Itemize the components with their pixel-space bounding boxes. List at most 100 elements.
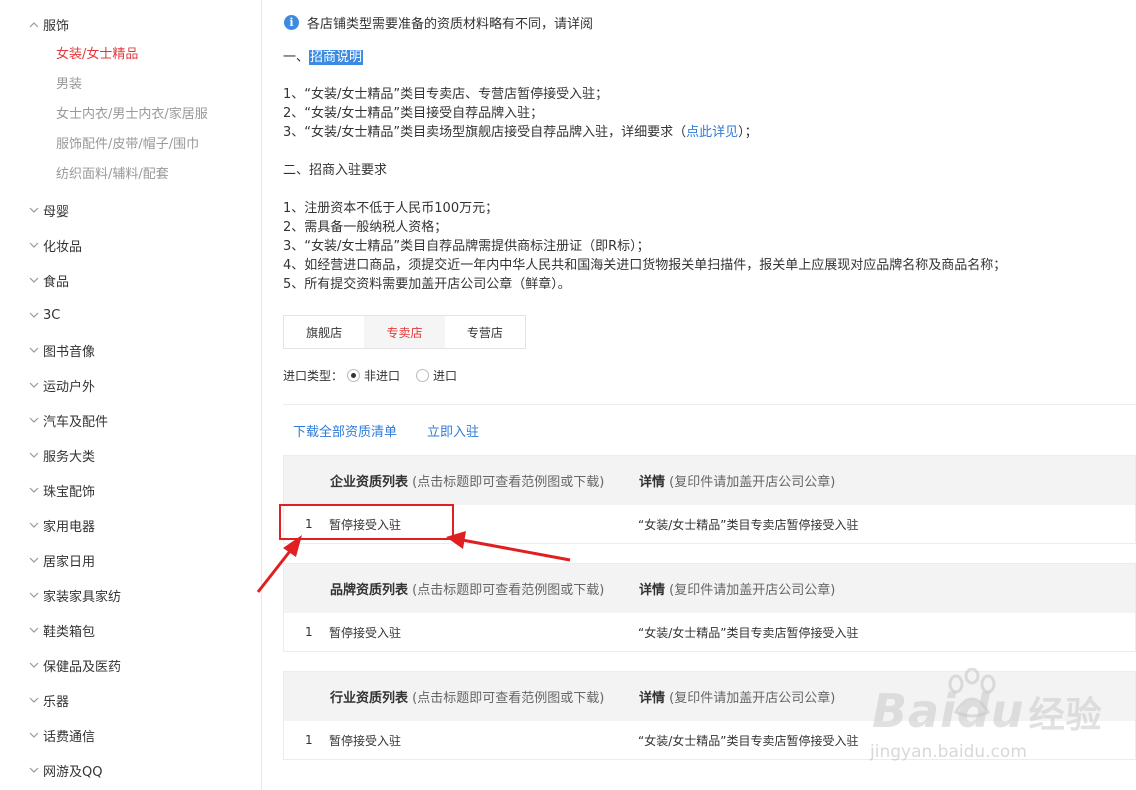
sidebar-item-label: 食品 [43,274,70,290]
sidebar-item-appliances[interactable]: 家用电器 [26,515,95,535]
sidebar-item-label: 化妆品 [43,239,83,255]
sidebar-item-label: 运动户外 [43,379,96,395]
sidebar-item-muying[interactable]: 母婴 [26,200,69,220]
table-header: 品牌资质列表 (点击标题即可查看范例图或下载) 详情 (复印件请加盖开店公司公章… [284,564,1135,613]
section2-item-2: 2、需具备一般纳税人资格； [283,220,448,235]
apply-now-link[interactable]: 立即入驻 [427,421,479,440]
chevron-down-icon [26,480,42,500]
sidebar-item-auto[interactable]: 汽车及配件 [26,410,108,430]
chevron-down-icon [26,340,42,360]
radio-import[interactable] [416,369,430,382]
section2-heading: 二、招商入驻要求 [283,163,388,178]
sidebar-item-label: 3C [43,307,61,323]
section2-item-3: 3、“女装/女士精品”类目自荐品牌需提供商标注册证（即R标）； [283,239,650,254]
chevron-down-icon [26,515,42,535]
sidebar-item-furniture[interactable]: 家装家具家纺 [26,585,121,605]
info-icon: i [284,15,299,30]
notice-bar: i 各店铺类型需要准备的资质材料略有不同，请详阅 [284,13,593,32]
baidu-jingyan-watermark: Baidu 经验 jingyan.baidu.com [868,668,1136,790]
sidebar-item-label: 话费通信 [43,729,96,745]
table-title: 企业资质列表 [330,475,409,490]
chevron-down-icon [26,620,42,640]
sidebar-sub-men[interactable]: 男装 [56,75,82,95]
notice-text: 各店铺类型需要准备的资质材料略有不同，请详阅 [307,17,594,32]
chevron-down-icon [26,550,42,570]
download-all-link[interactable]: 下载全部资质清单 [293,421,397,440]
action-links: 下载全部资质清单 立即入驻 [293,421,509,440]
sidebar-item-cosmetics[interactable]: 化妆品 [26,235,82,255]
sidebar-item-fushi[interactable]: 服饰 [26,14,69,34]
section1-heading: 一、招商说明 [283,50,364,65]
sidebar-item-label: 汽车及配件 [43,414,109,430]
sidebar-item-food[interactable]: 食品 [26,270,69,290]
tab-specialty[interactable]: 专卖店 [364,316,445,348]
chevron-down-icon [26,725,42,745]
sidebar-item-jewelry[interactable]: 珠宝配饰 [26,480,95,500]
tab-franchise[interactable]: 专营店 [445,316,525,348]
sidebar-sub-fabric[interactable]: 纺织面料/辅料/配套 [56,165,169,185]
sidebar-item-label: 家装家具家纺 [43,589,122,605]
import-type-label: 进口类型： [283,369,344,383]
sidebar-item-shoes-bags[interactable]: 鞋类箱包 [26,620,95,640]
divider [283,404,1136,405]
sidebar-item-household[interactable]: 居家日用 [26,550,95,570]
section1-item-2: 2、“女装/女士精品”类目接受自荐品牌入驻； [283,106,544,121]
section2-item-1: 1、注册资本不低于人民币100万元； [283,201,499,216]
radio-non-import[interactable] [347,369,361,382]
sidebar-item-services[interactable]: 服务大类 [26,445,95,465]
sidebar-item-books[interactable]: 图书音像 [26,340,95,360]
chevron-down-icon [26,375,42,395]
sidebar-item-label: 家用电器 [43,519,96,535]
table-header: 企业资质列表 (点击标题即可查看范例图或下载) 详情 (复印件请加盖开店公司公章… [284,456,1135,505]
qualification-name[interactable]: 暂停接受入驻 [329,624,401,641]
tab-flagship[interactable]: 旗舰店 [284,316,364,348]
qualification-detail: “女装/女士精品”类目专卖店暂停接受入驻 [638,625,859,640]
chevron-down-icon [26,305,42,325]
sidebar-item-label: 乐器 [43,694,70,710]
chevron-down-icon [26,410,42,430]
store-type-tabs: 旗舰店 专卖店 专营店 [283,315,526,349]
section2-item-5: 5、所有提交资料需要加盖开店公司公章（鲜章）。 [283,277,571,292]
chevron-down-icon [26,200,42,220]
detail-title: 详情 [639,583,666,598]
section1-title: 招商说明 [309,50,364,65]
table-title: 品牌资质列表 [330,583,409,598]
import-type-selector: 进口类型： 非进口 进口 [283,367,469,384]
details-link[interactable]: 点此详见 [686,125,738,140]
qualification-name[interactable]: 暂停接受入驻 [329,732,401,749]
chevron-down-icon [26,585,42,605]
radio-label-non-import[interactable]: 非进口 [364,367,400,384]
chevron-down-icon [26,270,42,290]
chevron-down-icon [26,760,42,780]
chevron-down-icon [26,235,42,255]
category-sidebar: 服饰 女装/女士精品 男装 女士内衣/男士内衣/家居服 服饰配件/皮带/帽子/围… [0,0,262,790]
radio-label-import[interactable]: 进口 [433,367,457,384]
sidebar-sub-accessories[interactable]: 服饰配件/皮带/帽子/围巾 [56,135,199,155]
chevron-down-icon [26,655,42,675]
detail-title: 详情 [639,475,666,490]
sidebar-sub-women[interactable]: 女装/女士精品 [56,45,138,65]
annotation-highlight-box [279,504,454,540]
sidebar-item-3c[interactable]: 3C [26,305,60,325]
sidebar-item-health[interactable]: 保健品及医药 [26,655,121,675]
sidebar-item-sports[interactable]: 运动户外 [26,375,95,395]
detail-title: 详情 [639,691,666,706]
sidebar-sub-underwear[interactable]: 女士内衣/男士内衣/家居服 [56,105,208,125]
section1-item-3: 3、“女装/女士精品”类目卖场型旗舰店接受自荐品牌入驻，详细要求（点此详见）； [283,125,758,140]
sidebar-item-label: 图书音像 [43,344,96,360]
sidebar-item-games[interactable]: 网游及QQ [26,760,102,780]
section2-item-4: 4、如经营进口商品，须提交近一年内中华人民共和国海关进口货物报关单扫描件，报关单… [283,258,1007,273]
sidebar-item-label: 珠宝配饰 [43,484,96,500]
sidebar-item-label: 鞋类箱包 [43,624,96,640]
qualification-detail: “女装/女士精品”类目专卖店暂停接受入驻 [638,733,859,748]
sidebar-item-telecom[interactable]: 话费通信 [26,725,95,745]
sidebar-item-instruments[interactable]: 乐器 [26,690,69,710]
sidebar-item-label: 母婴 [43,204,70,220]
qualification-detail: “女装/女士精品”类目专卖店暂停接受入驻 [638,517,859,532]
chevron-down-icon [26,690,42,710]
brand-qualification-table: 品牌资质列表 (点击标题即可查看范例图或下载) 详情 (复印件请加盖开店公司公章… [283,563,1136,652]
chevron-up-icon [26,14,42,34]
table-title: 行业资质列表 [330,691,409,706]
sidebar-item-label: 居家日用 [43,554,96,570]
sidebar-item-label: 服饰 [43,18,70,34]
